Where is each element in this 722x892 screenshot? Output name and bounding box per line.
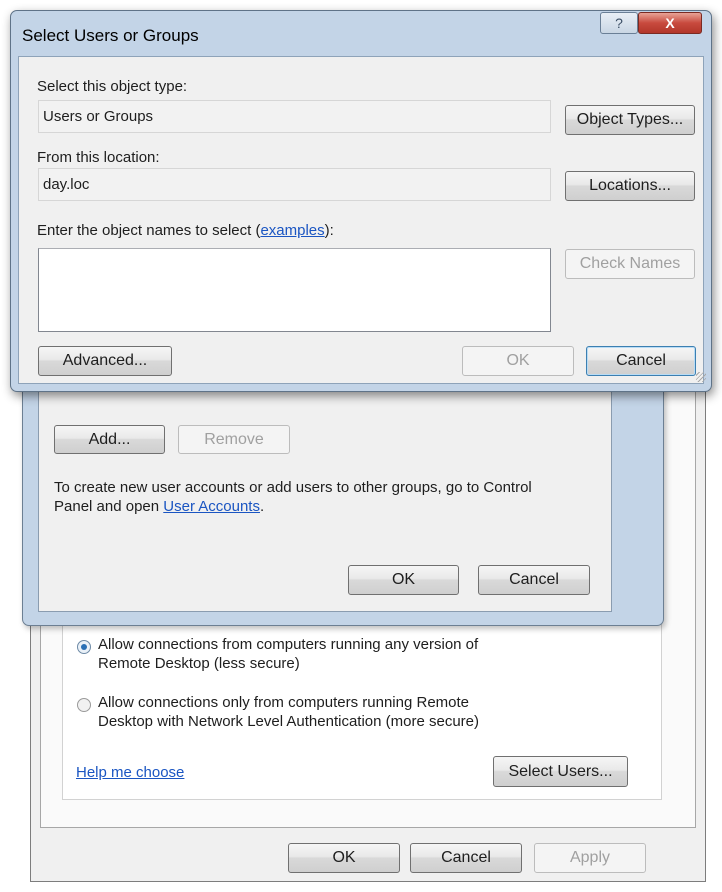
object-names-input[interactable]: [38, 248, 551, 332]
examples-link[interactable]: examples: [260, 222, 324, 239]
user-accounts-info-prefix: Panel and open: [54, 498, 164, 515]
radio-allow-any-version-label-1: Allow connections from computers running…: [98, 636, 479, 653]
radio-selected-dot: [81, 644, 87, 650]
advanced-button[interactable]: Advanced...: [38, 346, 172, 376]
object-type-label: Select this object type:: [37, 78, 188, 95]
check-names-button[interactable]: Check Names: [565, 249, 695, 279]
locations-button[interactable]: Locations...: [565, 171, 695, 201]
user-accounts-info-line-2: Panel and open User Accounts.: [54, 498, 264, 515]
object-type-field: Users or Groups: [38, 100, 551, 133]
close-button[interactable]: X: [638, 12, 702, 34]
location-label: From this location:: [37, 149, 160, 166]
object-names-label: Enter the object names to select (exampl…: [37, 222, 334, 239]
radio-allow-nla-only-label-1: Allow connections only from computers ru…: [98, 694, 470, 711]
object-names-label-suffix: ):: [324, 222, 334, 239]
user-accounts-info-line-1: To create new user accounts or add users…: [54, 479, 532, 496]
remote-users-ok-button[interactable]: OK: [348, 565, 459, 595]
object-types-button[interactable]: Object Types...: [565, 105, 695, 135]
system-properties-ok-button[interactable]: OK: [288, 843, 400, 873]
help-icon: ?: [615, 15, 623, 31]
location-field: day.loc: [38, 168, 551, 201]
select-users-button[interactable]: Select Users...: [493, 756, 628, 787]
remove-user-button[interactable]: Remove: [178, 425, 290, 454]
select-users-ok-button[interactable]: OK: [462, 346, 574, 376]
close-icon: X: [665, 15, 675, 31]
radio-allow-any-version[interactable]: [77, 640, 91, 654]
resize-grip-icon[interactable]: [696, 372, 706, 382]
user-accounts-info-suffix: .: [259, 498, 265, 515]
help-button[interactable]: ?: [600, 12, 638, 34]
system-properties-apply-button[interactable]: Apply: [534, 843, 646, 873]
select-users-cancel-button[interactable]: Cancel: [586, 346, 696, 376]
radio-allow-nla-only-label-2: Desktop with Network Level Authenticatio…: [98, 713, 480, 730]
system-properties-cancel-button[interactable]: Cancel: [410, 843, 522, 873]
radio-allow-any-version-label-2: Remote Desktop (less secure): [98, 655, 300, 672]
object-names-label-prefix: Enter the object names to select (: [37, 222, 261, 239]
radio-allow-nla-only[interactable]: [77, 698, 91, 712]
dialog-title: Select Users or Groups: [22, 26, 199, 45]
help-me-choose-link[interactable]: Help me choose: [76, 764, 184, 781]
user-accounts-link[interactable]: User Accounts: [163, 498, 260, 515]
add-user-button[interactable]: Add...: [54, 425, 165, 454]
remote-users-cancel-button[interactable]: Cancel: [478, 565, 590, 595]
